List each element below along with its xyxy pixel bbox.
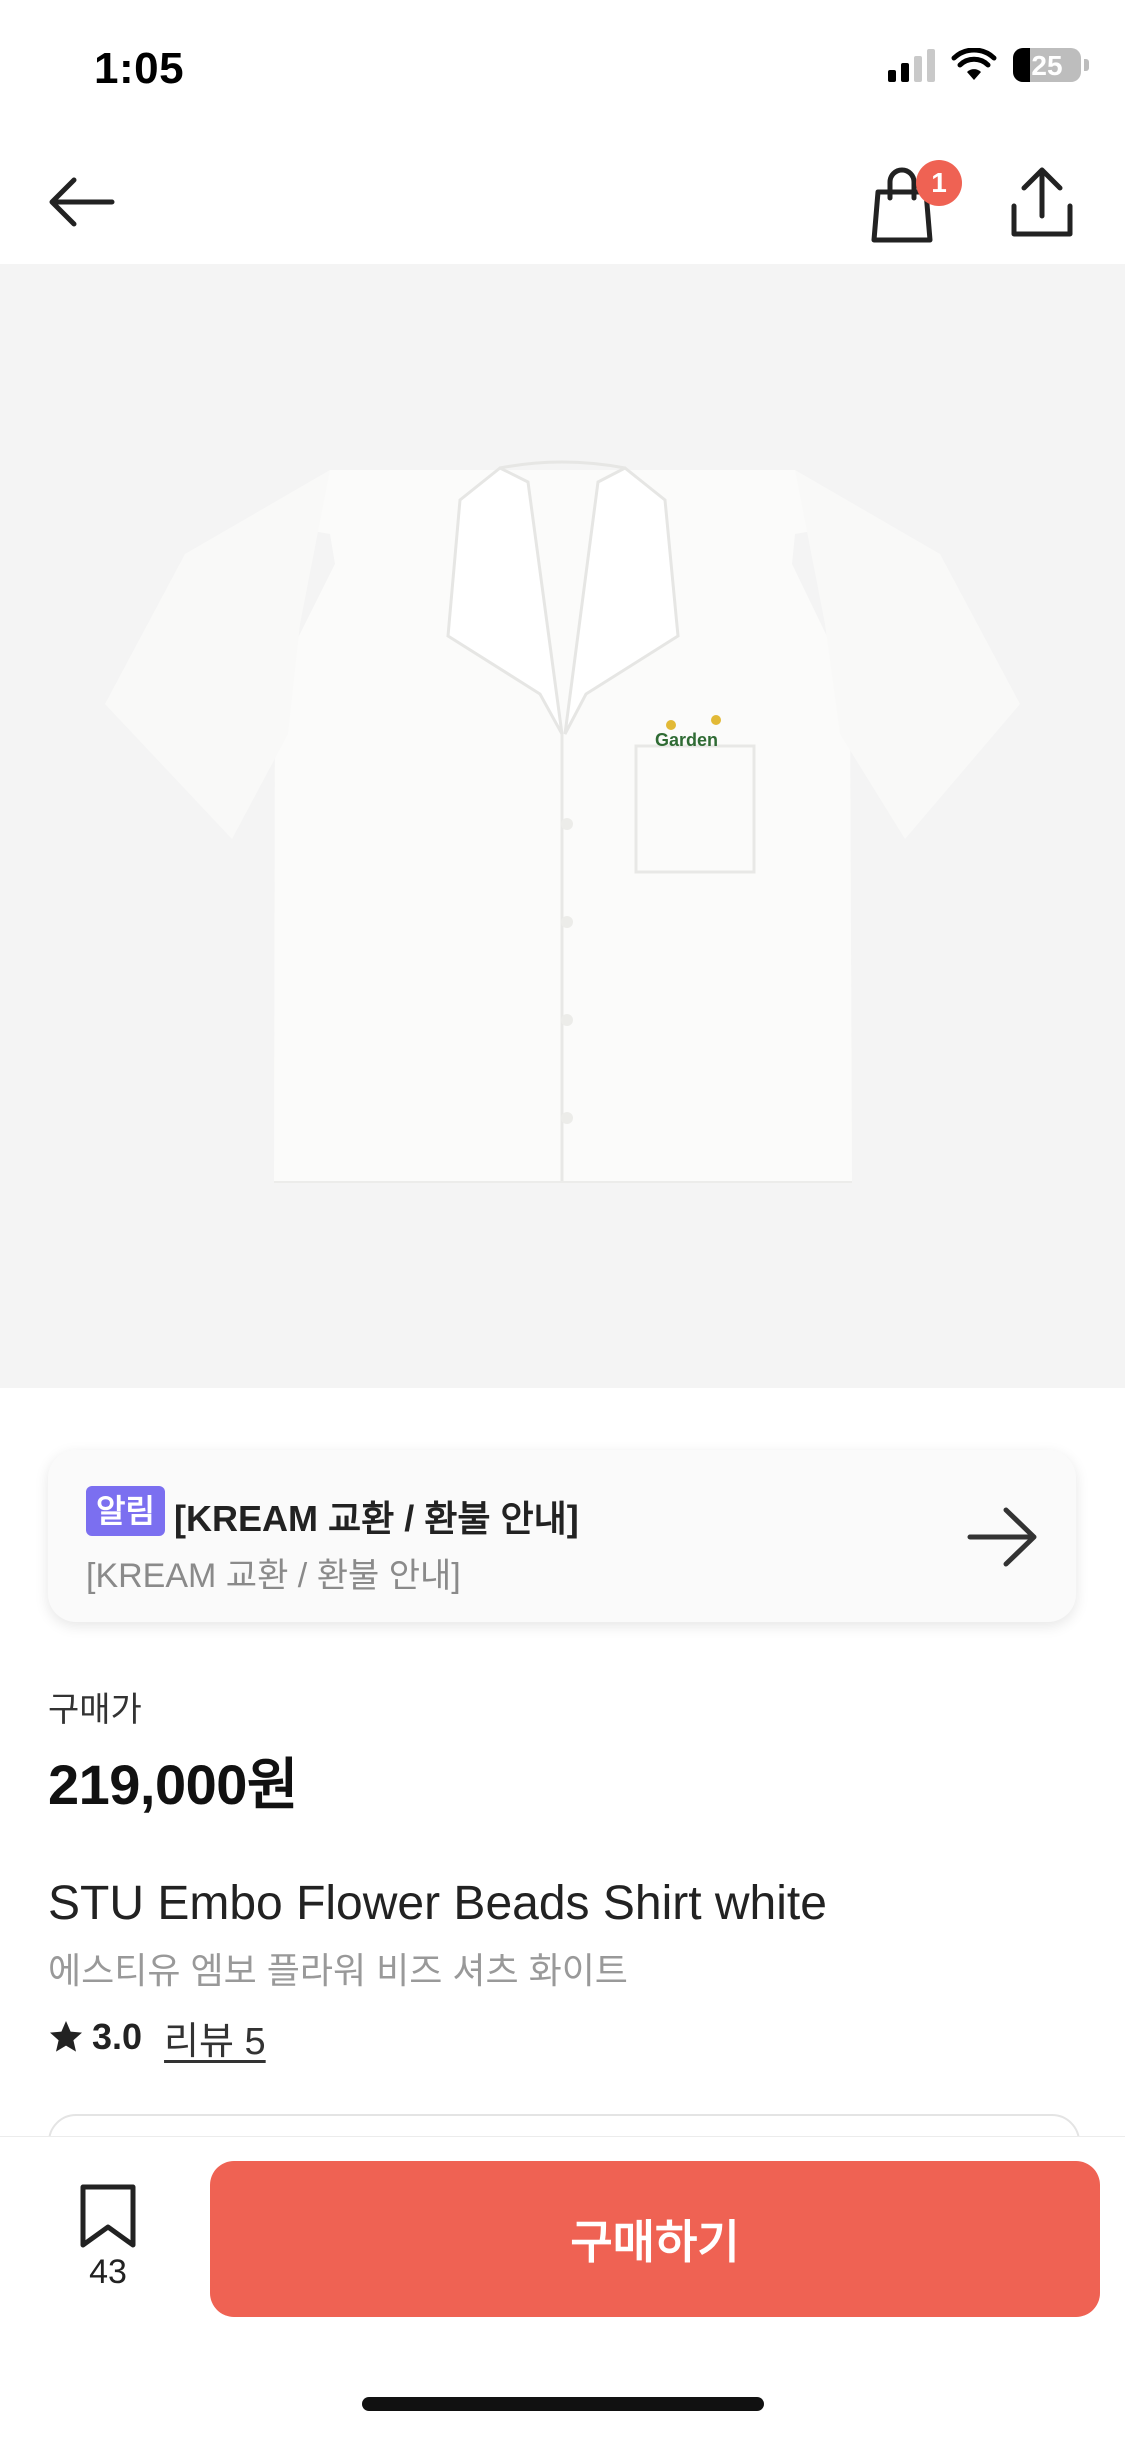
bookmark-button[interactable]: 43 <box>48 2183 168 2313</box>
back-button[interactable] <box>44 164 120 240</box>
back-arrow-icon <box>49 177 115 227</box>
notice-subtitle: [KREAM 교환 / 환불 안내] <box>86 1557 461 1595</box>
battery-level: 25 <box>1031 50 1063 81</box>
product-image[interactable]: Garden <box>0 264 1125 1388</box>
star-icon <box>50 2021 82 2052</box>
review-link[interactable]: 리뷰 5 <box>164 2010 266 2065</box>
home-indicator <box>362 2397 764 2411</box>
product-title-en: STU Embo Flower Beads Shirt white <box>48 1877 827 1930</box>
buy-button[interactable]: 구매하기 <box>210 2161 1100 2317</box>
share-icon <box>1011 167 1073 237</box>
cart-button[interactable]: 1 <box>868 160 962 244</box>
rating-row: 3.0 리뷰 5 <box>48 2010 266 2064</box>
cart-count-badge: 1 <box>916 160 962 206</box>
wifi-icon <box>951 48 997 80</box>
status-icons: 25 <box>888 48 1089 82</box>
bookmark-icon <box>80 2184 136 2248</box>
notice-badge: 알림 <box>86 1486 165 1536</box>
rating-value: 3.0 <box>92 2016 143 2057</box>
nav-bar: 1 <box>0 132 1125 264</box>
status-bar: 1:05 25 <box>0 0 1125 132</box>
notice-title: [KREAM 교환 / 환불 안내] <box>174 1498 579 1539</box>
battery-icon: 25 <box>1013 48 1089 82</box>
bookmark-count: 43 <box>89 2253 127 2291</box>
svg-text:Garden: Garden <box>655 730 718 750</box>
bottom-bar: 43 구매하기 <box>0 2136 1125 2437</box>
signal-icon <box>888 48 935 82</box>
arrow-right-icon <box>967 1507 1037 1567</box>
shirt-illustration: Garden <box>105 460 1020 1183</box>
notice-card[interactable]: 알림 [KREAM 교환 / 환불 안내] [KREAM 교환 / 환불 안내] <box>48 1450 1076 1622</box>
status-time: 1:05 <box>94 44 185 93</box>
share-button[interactable] <box>1004 162 1080 242</box>
product-title-ko: 에스티유 엠보 플라워 비즈 셔츠 화이트 <box>48 1950 628 1991</box>
price-label: 구매가 <box>48 1691 142 1729</box>
price-value: 219,000원 <box>48 1753 298 1816</box>
